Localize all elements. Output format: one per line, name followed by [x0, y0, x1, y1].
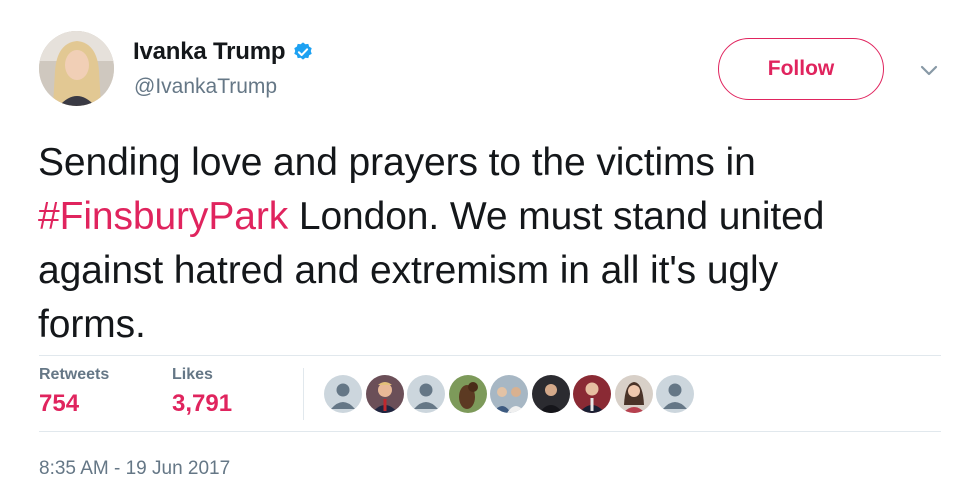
tweet-text-line: against hatred and extremism in all it's… [38, 249, 778, 292]
avatar[interactable] [531, 375, 570, 413]
verified-badge-icon [294, 42, 313, 60]
display-name[interactable]: Ivanka Trump [133, 38, 314, 66]
user-handle[interactable]: @IvankaTrump [134, 75, 277, 99]
timestamp[interactable]: 8:35 AM - 19 Jun 2017 [39, 458, 230, 480]
likes-stat[interactable]: Likes 3,791 [172, 366, 232, 418]
avatar[interactable] [448, 375, 487, 413]
default-avatar-icon[interactable] [324, 375, 362, 413]
avatar[interactable] [365, 375, 404, 413]
tweet-text-line: forms. [38, 303, 146, 346]
follow-button[interactable]: Follow [718, 38, 884, 100]
divider [39, 431, 941, 432]
likes-label: Likes [172, 366, 213, 383]
avatar[interactable] [614, 375, 653, 413]
avatar[interactable] [490, 375, 528, 413]
tweet-text: Sending love and prayers to the victims … [38, 136, 953, 352]
divider [39, 355, 941, 356]
likes-count: 3,791 [172, 390, 233, 417]
display-name-text: Ivanka Trump [133, 38, 286, 65]
retweets-label: Retweets [39, 366, 110, 383]
tweet-text-line: Sending love and prayers to the victims … [38, 141, 756, 184]
avatar[interactable] [39, 31, 114, 106]
avatar[interactable] [573, 375, 611, 413]
likers-list [324, 375, 698, 413]
tweet-card: Ivanka Trump @IvankaTrump Follow Sending… [0, 0, 980, 501]
default-avatar-icon[interactable] [407, 375, 445, 413]
stat-divider [303, 368, 304, 420]
retweets-stat[interactable]: Retweets 754 [39, 366, 109, 418]
retweets-count: 754 [39, 390, 80, 417]
tweet-text-line: London. We must stand united [288, 195, 825, 238]
default-avatar-icon[interactable] [656, 375, 694, 413]
profile-photo [39, 31, 114, 106]
chevron-down-icon[interactable] [918, 63, 940, 79]
hashtag-link[interactable]: #FinsburyPark [38, 195, 288, 238]
